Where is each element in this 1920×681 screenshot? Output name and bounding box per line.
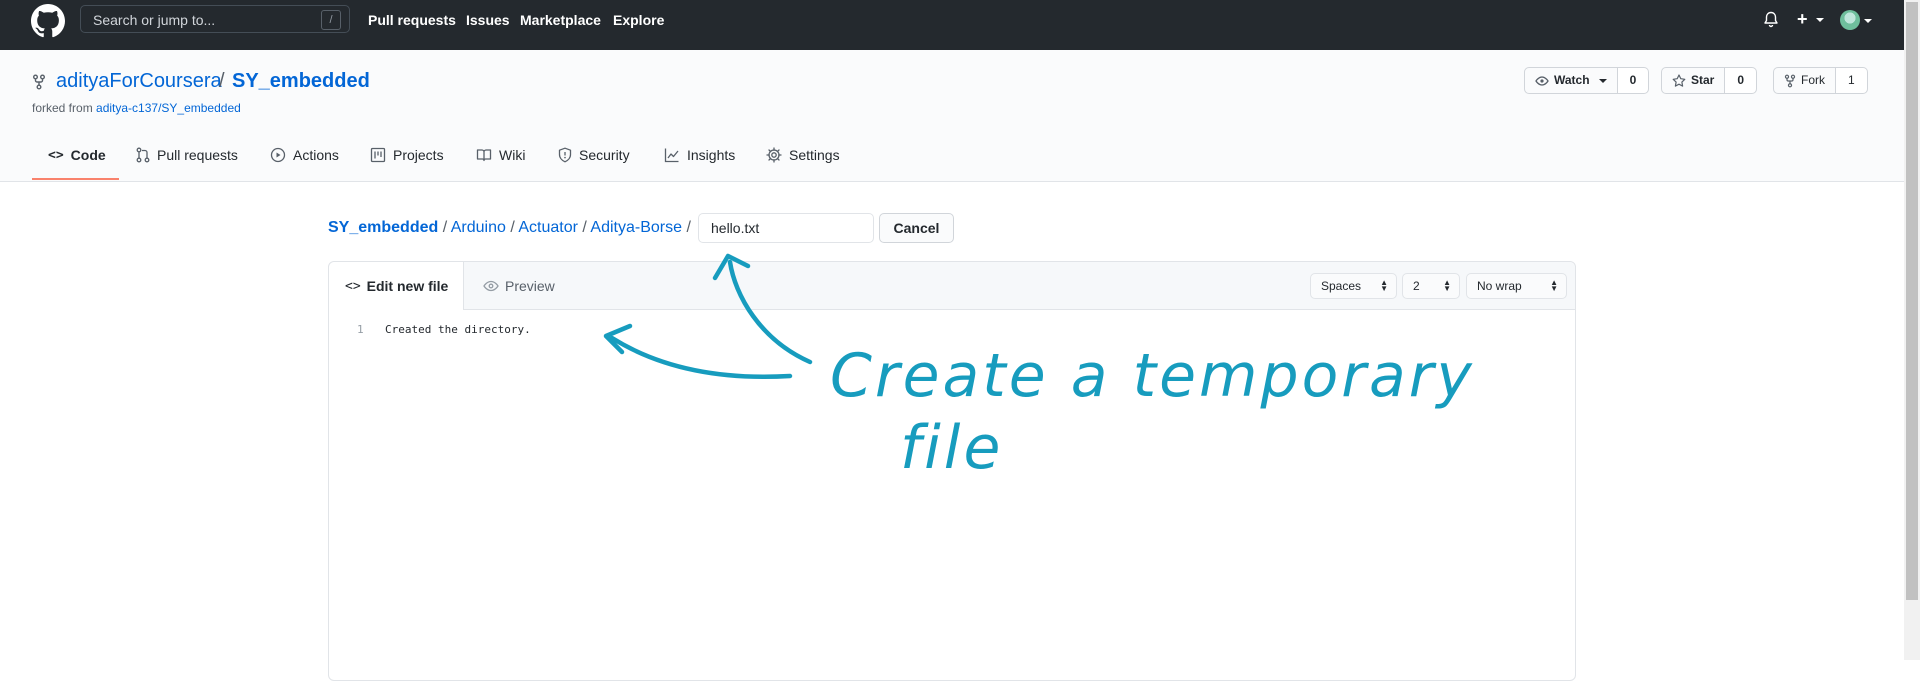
annotation-arrows	[603, 253, 813, 379]
annotation-line-2: file	[900, 413, 1004, 483]
annotation-line-1: Create a temporary	[830, 341, 1475, 411]
annotation-note: Create a temporary file	[830, 340, 1475, 484]
arrow-to-code-icon	[609, 335, 793, 379]
page-scrollbar-thumb[interactable]	[1906, 2, 1918, 600]
arrow-to-filename-icon	[727, 259, 813, 365]
